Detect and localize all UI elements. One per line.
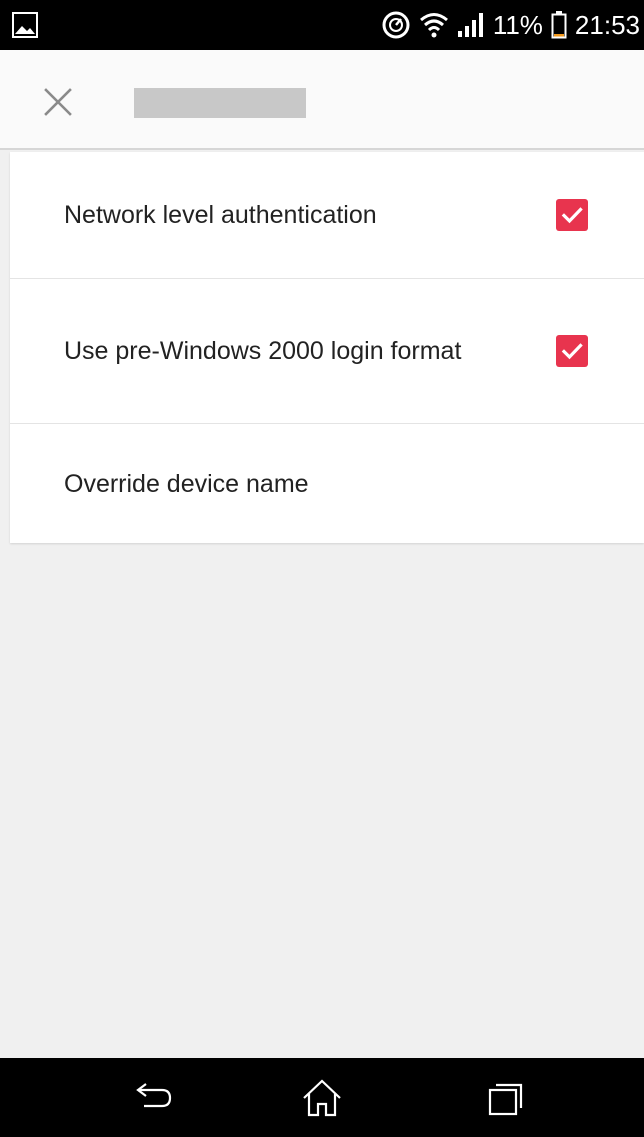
status-icons: 11% 21:53 — [381, 0, 640, 50]
home-icon[interactable] — [300, 1078, 344, 1118]
page-title — [134, 88, 306, 118]
gallery-icon — [12, 12, 38, 38]
close-icon[interactable] — [38, 82, 78, 122]
checkbox-checked[interactable] — [556, 335, 588, 367]
navigation-bar — [0, 1058, 644, 1137]
recents-icon[interactable] — [484, 1078, 528, 1118]
wifi-icon — [419, 11, 449, 39]
setting-label: Override device name — [64, 469, 309, 498]
status-bar: 11% 21:53 — [0, 0, 644, 50]
clock: 21:53 — [574, 9, 640, 40]
setting-override-device-name[interactable]: Override device name — [10, 424, 644, 543]
setting-label: Use pre-Windows 2000 login format — [64, 337, 462, 365]
setting-pre-windows-2000-login[interactable]: Use pre-Windows 2000 login format — [10, 279, 644, 424]
signal-icon — [457, 12, 485, 38]
setting-network-level-authentication[interactable]: Network level authentication — [10, 152, 644, 279]
settings-list: Network level authentication Use pre-Win… — [10, 152, 644, 543]
battery-icon — [551, 11, 567, 39]
checkbox-checked[interactable] — [556, 199, 588, 231]
data-saver-icon — [381, 10, 411, 40]
app-bar — [0, 50, 644, 150]
battery-percent: 11% — [492, 9, 543, 40]
back-icon[interactable] — [132, 1078, 176, 1118]
setting-label: Network level authentication — [64, 201, 377, 229]
